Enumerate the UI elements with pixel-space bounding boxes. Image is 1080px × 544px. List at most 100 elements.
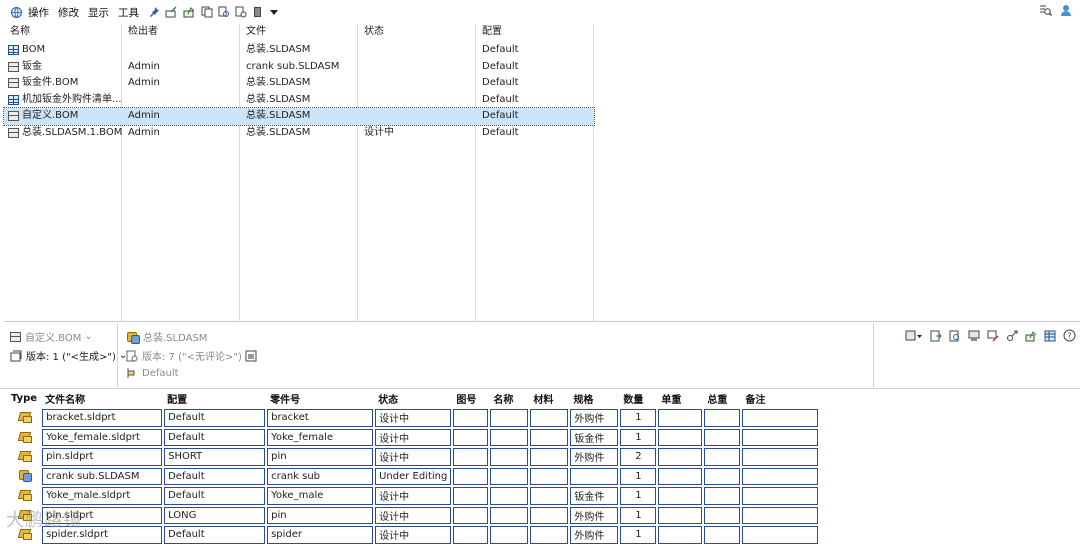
check-out-icon[interactable] bbox=[1025, 330, 1037, 345]
name-cell[interactable] bbox=[490, 448, 529, 466]
unit-weight-cell[interactable] bbox=[658, 506, 703, 524]
file-name-cell[interactable]: crank sub.SLDASM bbox=[42, 467, 163, 485]
notes-cell[interactable] bbox=[742, 506, 819, 524]
header-unit-weight[interactable]: 单重 bbox=[658, 390, 702, 407]
menu-display[interactable]: 显示 bbox=[88, 3, 113, 21]
book-icon[interactable] bbox=[252, 3, 264, 21]
name-cell[interactable] bbox=[490, 467, 529, 485]
header-total-weight[interactable]: 总重 bbox=[704, 390, 740, 407]
material-cell[interactable] bbox=[530, 428, 569, 446]
drawing-number-cell[interactable] bbox=[453, 487, 489, 505]
quantity-cell[interactable]: 1 bbox=[620, 506, 657, 524]
part-number-cell[interactable]: pin bbox=[267, 506, 374, 524]
column-header-name[interactable]: 名称 bbox=[4, 24, 30, 40]
state-cell[interactable]: 设计中 bbox=[375, 506, 452, 524]
check-in-icon[interactable] bbox=[165, 3, 178, 21]
name-cell[interactable] bbox=[490, 526, 529, 544]
state-cell[interactable]: 设计中 bbox=[375, 448, 452, 466]
state-cell[interactable]: 设计中 bbox=[375, 526, 452, 544]
configuration-cell[interactable]: Default bbox=[164, 487, 266, 505]
bom-list-row[interactable]: 总装.SLDASM.1.BOM Admin 总装.SLDASM 设计中 Default bbox=[4, 125, 594, 142]
header-material[interactable]: 材料 bbox=[530, 390, 568, 407]
bom-table-row[interactable]: spider.sldprt Default spider 设计中 外购件 1 bbox=[8, 526, 819, 544]
material-cell[interactable] bbox=[530, 448, 569, 466]
quantity-cell[interactable]: 1 bbox=[620, 428, 657, 446]
notes-cell[interactable] bbox=[742, 409, 819, 427]
help-icon[interactable]: ? bbox=[1063, 329, 1076, 345]
header-name[interactable]: 名称 bbox=[490, 390, 528, 407]
bom-table-row[interactable]: crank sub.SLDASM Default crank sub Under Ed… bbox=[8, 467, 819, 485]
check-out-icon[interactable] bbox=[183, 3, 196, 21]
link-icon[interactable] bbox=[1006, 330, 1018, 345]
unit-weight-cell[interactable] bbox=[658, 487, 703, 505]
total-weight-cell[interactable] bbox=[704, 428, 741, 446]
header-state[interactable]: 状态 bbox=[375, 390, 451, 407]
configuration-cell[interactable]: LONG bbox=[164, 506, 266, 524]
filter-search-icon[interactable] bbox=[1039, 4, 1052, 20]
notes-cell[interactable] bbox=[742, 448, 819, 466]
configuration-cell[interactable]: Default bbox=[164, 467, 266, 485]
column-header-state[interactable]: 状态 bbox=[358, 24, 384, 40]
user-icon[interactable] bbox=[1060, 4, 1072, 20]
menu-modify[interactable]: 修改 bbox=[58, 3, 83, 21]
search-document-icon[interactable] bbox=[949, 330, 961, 345]
total-weight-cell[interactable] bbox=[704, 409, 741, 427]
spec-cell[interactable]: 外购件 bbox=[570, 526, 619, 544]
part-number-cell[interactable]: Yoke_male bbox=[267, 487, 374, 505]
total-weight-cell[interactable] bbox=[704, 506, 741, 524]
menu-tools[interactable]: 工具 bbox=[118, 3, 143, 21]
name-cell[interactable] bbox=[490, 428, 529, 446]
file-name-cell[interactable]: pin.sldprt bbox=[42, 506, 163, 524]
spec-cell[interactable]: 钣金件 bbox=[570, 428, 619, 446]
material-cell[interactable] bbox=[530, 467, 569, 485]
unit-weight-cell[interactable] bbox=[658, 526, 703, 544]
spec-cell[interactable] bbox=[570, 467, 619, 485]
column-header-file[interactable]: 文件 bbox=[240, 24, 266, 40]
total-weight-cell[interactable] bbox=[704, 487, 741, 505]
configuration-cell[interactable]: Default bbox=[164, 526, 266, 544]
header-part-number[interactable]: 零件号 bbox=[267, 390, 373, 407]
configuration-cell[interactable]: SHORT bbox=[164, 448, 266, 466]
file-name-cell[interactable]: bracket.sldprt bbox=[42, 409, 163, 427]
bom-list-row[interactable]: 机加钣金外购件清单... 总装.SLDASM Default bbox=[4, 92, 594, 109]
file-name-cell[interactable]: spider.sldprt bbox=[42, 526, 163, 544]
total-weight-cell[interactable] bbox=[704, 448, 741, 466]
file-name-cell[interactable]: Yoke_female.sldprt bbox=[42, 428, 163, 446]
bom-view-icon[interactable] bbox=[905, 330, 923, 345]
quantity-cell[interactable]: 1 bbox=[620, 467, 657, 485]
bom-list-row[interactable]: 自定义.BOM Admin 总装.SLDASM Default bbox=[3, 107, 595, 126]
unit-weight-cell[interactable] bbox=[658, 428, 703, 446]
part-number-cell[interactable]: Yoke_female bbox=[267, 428, 374, 446]
spec-cell[interactable]: 外购件 bbox=[570, 409, 619, 427]
header-type[interactable]: Type bbox=[8, 390, 40, 407]
pin-icon[interactable] bbox=[148, 3, 160, 21]
header-spec[interactable]: 规格 bbox=[570, 390, 618, 407]
name-cell[interactable] bbox=[490, 487, 529, 505]
header-file-name[interactable]: 文件名称 bbox=[42, 390, 162, 407]
export-icon[interactable] bbox=[930, 330, 942, 345]
notes-cell[interactable] bbox=[742, 428, 819, 446]
header-quantity[interactable]: 数量 bbox=[620, 390, 656, 407]
bom-table-row[interactable]: pin.sldprt LONG pin 设计中 外购件 1 bbox=[8, 506, 819, 524]
notes-cell[interactable] bbox=[742, 526, 819, 544]
header-drawing-number[interactable]: 图号 bbox=[453, 390, 488, 407]
drawing-number-cell[interactable] bbox=[453, 526, 489, 544]
file-name-cell[interactable]: Yoke_male.sldprt bbox=[42, 487, 163, 505]
name-cell[interactable] bbox=[490, 506, 529, 524]
spec-cell[interactable]: 外购件 bbox=[570, 506, 619, 524]
configuration-cell[interactable]: Default bbox=[164, 409, 266, 427]
compare-icon[interactable] bbox=[968, 330, 980, 345]
spec-cell[interactable]: 外购件 bbox=[570, 448, 619, 466]
menu-operate[interactable]: 操作 bbox=[28, 3, 53, 21]
bom-table-row[interactable]: Yoke_female.sldprt Default Yoke_female 设计中 钣… bbox=[8, 428, 819, 446]
spec-cell[interactable]: 钣金件 bbox=[570, 487, 619, 505]
unit-weight-cell[interactable] bbox=[658, 448, 703, 466]
document-history-icon[interactable] bbox=[235, 3, 247, 21]
state-cell[interactable]: 设计中 bbox=[375, 428, 452, 446]
total-weight-cell[interactable] bbox=[704, 467, 741, 485]
material-cell[interactable] bbox=[530, 409, 569, 427]
part-number-cell[interactable]: bracket bbox=[267, 409, 374, 427]
table-icon[interactable] bbox=[1044, 330, 1056, 345]
quantity-cell[interactable]: 2 bbox=[620, 448, 657, 466]
bom-list-row[interactable]: 钣金 Admin crank sub.SLDASM Default bbox=[4, 59, 594, 76]
